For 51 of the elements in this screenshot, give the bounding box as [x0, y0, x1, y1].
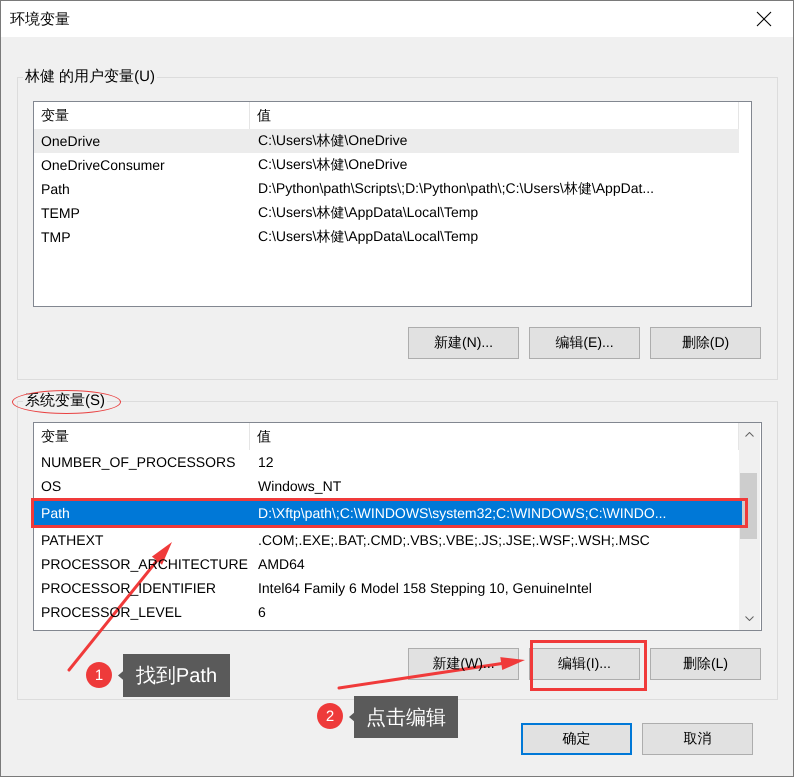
table-cell-text: Path	[40, 181, 71, 197]
callout-label: 找到Path	[118, 654, 230, 697]
table-cell-text: AMD64	[257, 556, 305, 572]
window-title: 环境变量	[10, 10, 70, 28]
dialog-button[interactable]: 删除(D)	[650, 327, 761, 359]
step-number-badge: 1	[86, 662, 112, 688]
list-row[interactable]: NUMBER_OF_PROCESSORS 12	[34, 450, 739, 474]
list-row[interactable]: TEMP C:\Users\林健\AppData\Local\Temp	[34, 201, 739, 225]
table-cell-text: NUMBER_OF_PROCESSORS	[40, 454, 236, 470]
table-cell-text: C:\Users\林健\AppData\Local\Temp	[257, 204, 478, 222]
list-row[interactable]: OneDriveConsumer C:\Users\林健\OneDrive	[34, 153, 739, 177]
table-cell-text: C:\Users\林健\OneDrive	[257, 156, 408, 174]
dialog-button[interactable]: 确定	[521, 723, 632, 755]
table-cell-text: OneDriveConsumer	[40, 157, 166, 173]
table-cell-text: Path	[40, 505, 71, 521]
chevron-up-icon[interactable]	[745, 432, 754, 437]
list-row[interactable]: OS Windows_NT	[34, 474, 739, 498]
dialog-button[interactable]: 编辑(I)...	[529, 648, 640, 680]
list-row[interactable]: TMP C:\Users\林健\AppData\Local\Temp	[34, 225, 739, 249]
table-cell-text: .COM;.EXE;.BAT;.CMD;.VBS;.VBE;.JS;.JSE;.WSF;.WSH;.MSC	[257, 532, 650, 548]
dialog-button[interactable]: 编辑(E)...	[529, 327, 640, 359]
table-cell-text: TEMP	[40, 205, 81, 221]
step-number-badge: 2	[317, 703, 343, 729]
chevron-down-icon[interactable]	[745, 616, 754, 621]
dialog-button[interactable]: 删除(L)	[650, 648, 761, 680]
table-cell-text: D:\Python\path\Scripts\;D:\Python\path\;C:\Users\林健\AppDat...	[257, 180, 654, 198]
close-icon[interactable]	[756, 11, 772, 27]
group-title: 系统变量(S)	[23, 391, 107, 411]
table-cell-text: 6	[257, 604, 266, 620]
list-row[interactable]: PATHEXT .COM;.EXE;.BAT;.CMD;.VBS;.VBE;.JS;.JSE;.WSF;.WSH;.MSC	[34, 528, 739, 552]
table-cell-text: Intel64 Family 6 Model 158 Stepping 10, GenuineIntel	[257, 580, 592, 596]
variable-list[interactable]	[33, 101, 752, 307]
dialog-button[interactable]: 取消	[642, 723, 753, 755]
list-row[interactable]: Path D:\Xftp\path\;C:\WINDOWS\system32;C:\WINDOWS;C:\WINDO...	[34, 501, 742, 525]
variable-list[interactable]	[33, 422, 762, 631]
table-cell-text: Windows_NT	[257, 478, 342, 494]
list-row[interactable]: Path D:\Python\path\Scripts\;D:\Python\path\;C:\Users\林健\AppDat...	[34, 177, 739, 201]
table-cell-text: 12	[257, 454, 274, 470]
list-row[interactable]: OneDrive C:\Users\林健\OneDrive	[34, 129, 739, 153]
group-title: 林健 的用户变量(U)	[23, 67, 157, 87]
table-cell-text: PATHEXT	[40, 532, 104, 548]
scrollbar[interactable]	[739, 423, 760, 630]
table-cell-text: OS	[40, 478, 62, 494]
table-cell-text: C:\Users\林健\AppData\Local\Temp	[257, 228, 478, 246]
callout-label: 点击编辑	[349, 696, 458, 738]
table-cell-text: OneDrive	[40, 133, 102, 149]
table-cell-text: D:\Xftp\path\;C:\WINDOWS\system32;C:\WINDOWS;C:\WINDO...	[257, 505, 666, 521]
column-header[interactable]: 变量	[34, 423, 250, 450]
dialog-button[interactable]: 新建(N)...	[408, 327, 519, 359]
table-cell-text: C:\Users\林健\OneDrive	[257, 132, 408, 150]
table-cell-text: TMP	[40, 229, 72, 245]
